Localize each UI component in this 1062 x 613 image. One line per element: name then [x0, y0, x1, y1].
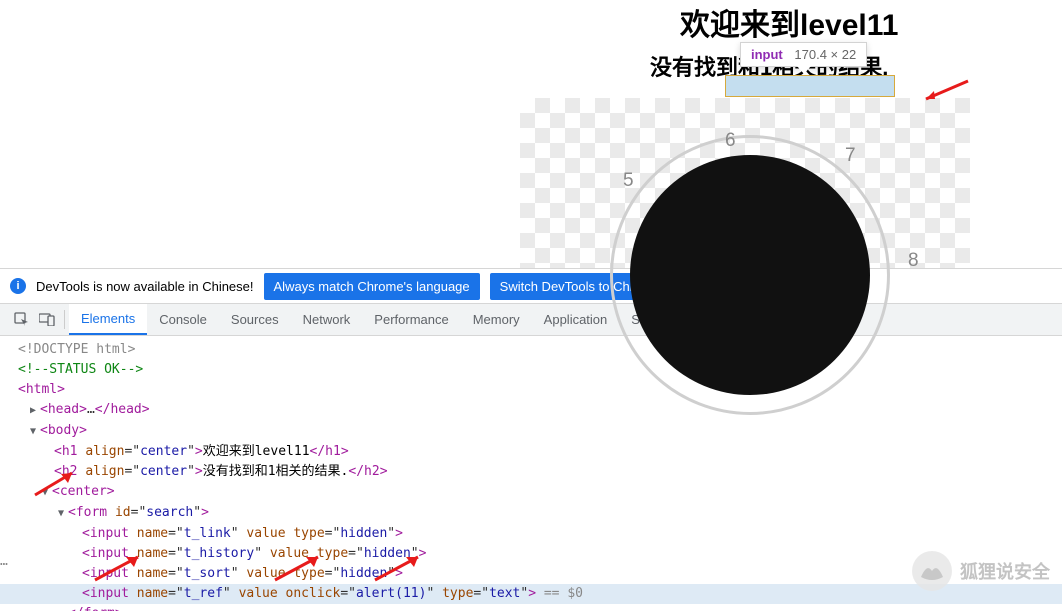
devtools-tabs: Elements Console Sources Network Perform…	[0, 304, 1062, 336]
expand-arrow-icon[interactable]: ▶	[30, 401, 40, 421]
dial-tick-5: 5	[623, 170, 634, 192]
dom-input-tsort[interactable]: <input name="t_sort" value type="hidden"…	[18, 564, 1062, 584]
inspector-tooltip: input 170.4 × 22	[740, 42, 867, 67]
always-match-language-button[interactable]: Always match Chrome's language	[264, 273, 480, 300]
collapse-arrow-icon[interactable]: ▼	[58, 504, 68, 524]
devtools-infobar: i DevTools is now available in Chinese! …	[0, 268, 1062, 304]
infobar-message: DevTools is now available in Chinese!	[36, 279, 254, 294]
dom-head[interactable]: ▶<head>…</head>	[18, 400, 1062, 421]
tab-performance[interactable]: Performance	[362, 304, 460, 335]
dom-h1[interactable]: <h1 align="center">欢迎来到level11</h1>	[18, 442, 1062, 462]
dial-image: 5 6 7 8	[590, 115, 910, 270]
dom-doctype[interactable]: <!DOCTYPE html>	[18, 340, 1062, 360]
tab-application[interactable]: Application	[532, 304, 620, 335]
tab-memory[interactable]: Memory	[461, 304, 532, 335]
dom-input-thistory[interactable]: <input name="t_history" value type="hidd…	[18, 544, 1062, 564]
dial-tick-7: 7	[845, 145, 856, 167]
annotation-arrow-icon	[920, 77, 970, 102]
tab-console[interactable]: Console	[147, 304, 219, 335]
dom-html-open[interactable]: <html>	[18, 380, 1062, 400]
dom-body[interactable]: ▼<body>	[18, 421, 1062, 442]
rendered-page: 欢迎来到level11 没有找到和1相关的结果. input 170.4 × 2…	[0, 0, 1062, 268]
tab-sources[interactable]: Sources	[219, 304, 291, 335]
highlighted-input[interactable]	[725, 75, 895, 97]
dom-form-open[interactable]: ▼<form id="search">	[18, 503, 1062, 524]
inspector-tooltip-tag: input	[751, 47, 783, 62]
watermark-text: 狐狸说安全	[960, 558, 1050, 584]
watermark: 狐狸说安全	[912, 551, 1050, 591]
collapse-arrow-icon[interactable]: ▼	[42, 483, 52, 503]
dial-tick-6: 6	[725, 130, 736, 152]
dom-comment[interactable]: <!--STATUS OK-->	[18, 360, 1062, 380]
dom-tree[interactable]: … <!DOCTYPE html> <!--STATUS OK--> <html…	[0, 336, 1062, 611]
inspect-element-icon[interactable]	[8, 304, 34, 335]
page-title: 欢迎来到level11	[680, 0, 898, 44]
dial-tick-8: 8	[908, 250, 919, 272]
dom-h2[interactable]: <h2 align="center">没有找到和1相关的结果.</h2>	[18, 462, 1062, 482]
inspector-tooltip-dimensions: 170.4 × 22	[794, 47, 856, 62]
tab-network[interactable]: Network	[291, 304, 363, 335]
info-icon: i	[10, 278, 26, 294]
device-toolbar-icon[interactable]	[34, 304, 60, 335]
collapse-arrow-icon[interactable]: ▼	[30, 422, 40, 442]
tab-elements[interactable]: Elements	[69, 304, 147, 335]
dom-center-open[interactable]: ▼<center>	[18, 482, 1062, 503]
dom-input-tref[interactable]: <input name="t_ref" value onclick="alert…	[0, 584, 1062, 604]
dom-form-close[interactable]: </form>	[18, 604, 1062, 611]
gutter-ellipsis-icon[interactable]: …	[0, 552, 8, 572]
watermark-logo-icon	[912, 551, 952, 591]
dom-input-tlink[interactable]: <input name="t_link" value type="hidden"…	[18, 524, 1062, 544]
